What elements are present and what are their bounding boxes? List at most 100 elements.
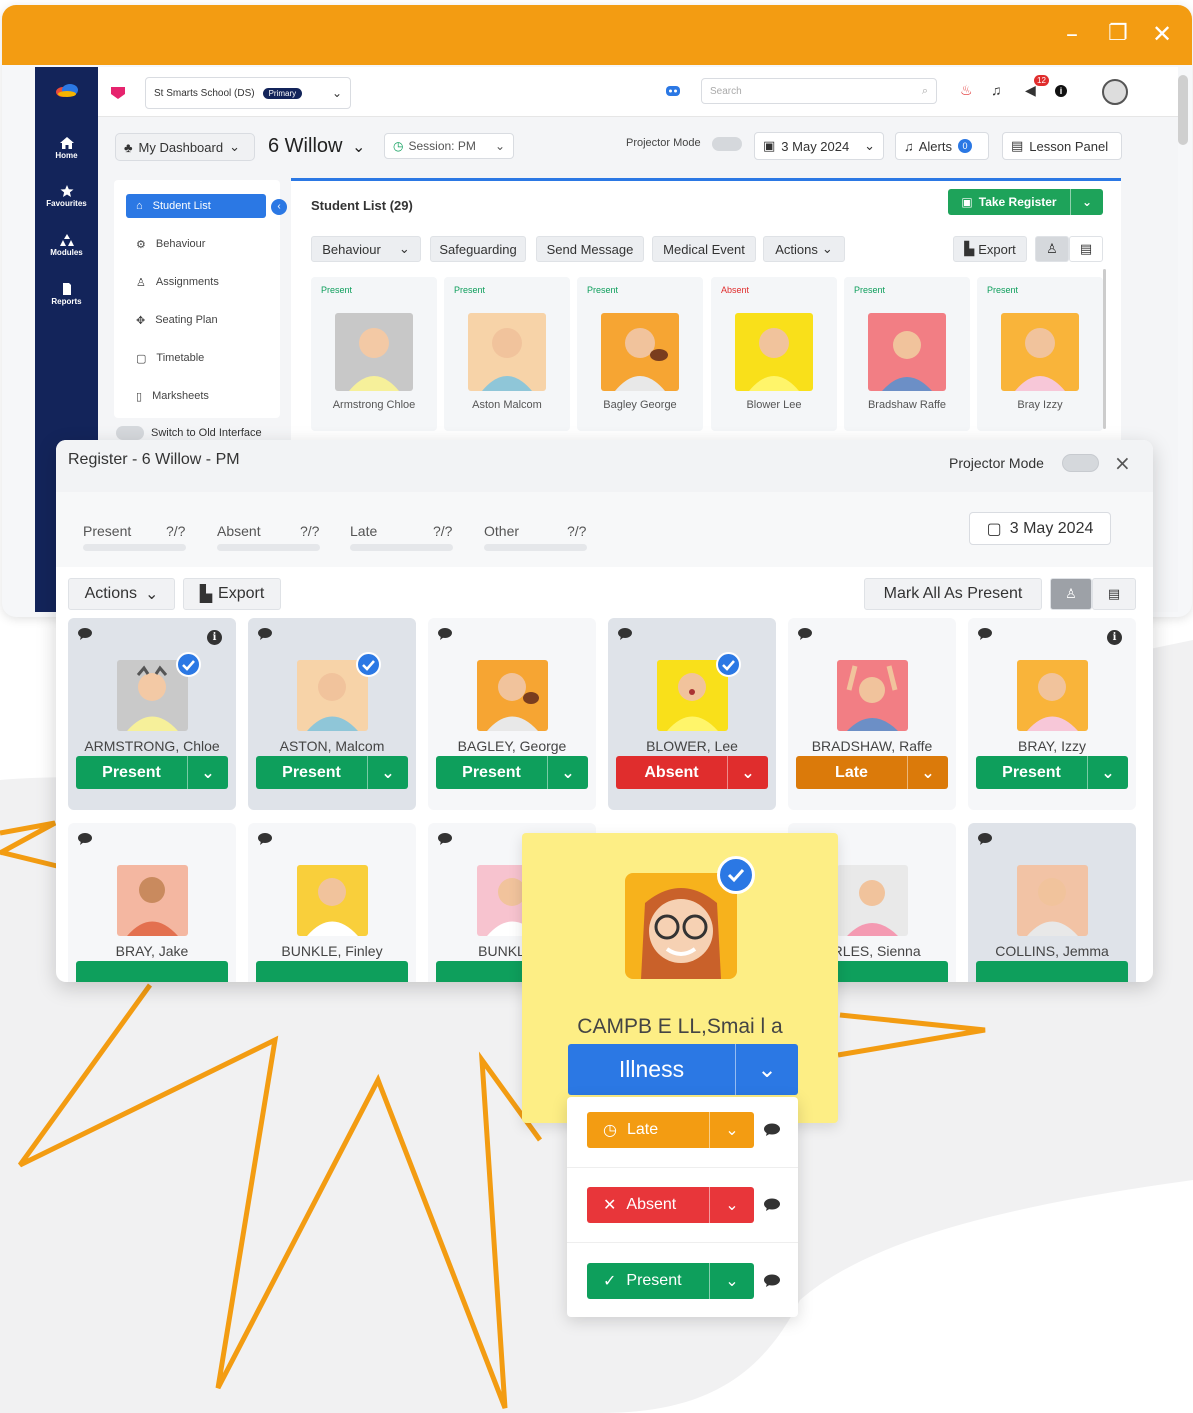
comment-icon[interactable]	[618, 628, 632, 640]
status-button[interactable]: Late ⌄	[796, 756, 948, 789]
info-icon[interactable]: i	[1107, 630, 1122, 645]
student-card[interactable]: Absent Blower Lee	[711, 277, 837, 431]
chevron-down-icon[interactable]: ⌄	[548, 756, 588, 789]
bell-icon[interactable]: ♫	[991, 82, 1002, 98]
rail-item-favourites[interactable]: Favourites	[35, 185, 98, 208]
list-view-toggle[interactable]: ▤	[1092, 578, 1136, 610]
student-card[interactable]: Present Armstrong Chloe	[311, 277, 437, 431]
medical-event-button[interactable]: Medical Event	[652, 236, 756, 262]
register-card[interactable]: BLOWER, Lee Absent ⌄	[608, 618, 776, 810]
menu-item-student-list[interactable]: ⌂ Student List	[126, 194, 266, 218]
info-icon[interactable]: i	[207, 630, 222, 645]
chevron-down-icon[interactable]: ⌄	[710, 1263, 754, 1299]
register-date-button[interactable]: ▢ 3 May 2024	[969, 512, 1111, 545]
safeguarding-button[interactable]: Safeguarding	[430, 236, 526, 262]
class-selector[interactable]: 6 Willow ⌄	[268, 135, 365, 158]
medical-icon[interactable]: ♨	[960, 82, 973, 99]
export-button[interactable]: ▙ Export	[953, 236, 1027, 262]
comment-icon[interactable]	[764, 1274, 780, 1287]
register-card[interactable]: COLLINS, Jemma	[968, 823, 1136, 982]
chevron-down-icon[interactable]: ⌄	[728, 756, 768, 789]
school-selector[interactable]: St Smarts School (DS) Primary ⌄	[145, 77, 351, 109]
chevron-down-icon[interactable]: ⌄	[1071, 189, 1103, 215]
status-option-late[interactable]: ◷ Late ⌄	[587, 1112, 754, 1148]
status-button[interactable]	[976, 961, 1128, 982]
register-card[interactable]: BUNKLE, Finley	[248, 823, 416, 982]
assistant-bot-icon[interactable]	[665, 83, 681, 99]
status-button[interactable]: Present ⌄	[436, 756, 588, 789]
scrollbar[interactable]	[1103, 269, 1106, 429]
comment-icon[interactable]	[978, 833, 992, 845]
megaphone-icon[interactable]: ◀	[1025, 82, 1036, 99]
actions-button[interactable]: Actions ⌄	[763, 236, 845, 262]
status-option-absent[interactable]: ✕ Absent ⌄	[587, 1187, 754, 1223]
card-view-toggle[interactable]: ♙	[1035, 236, 1069, 262]
comment-icon[interactable]	[438, 833, 452, 845]
list-view-toggle[interactable]: ▤	[1069, 236, 1103, 262]
take-register-button[interactable]: ▣ Take Register ⌄	[948, 189, 1103, 215]
register-card[interactable]: i BRAY, Izzy Present ⌄	[968, 618, 1136, 810]
menu-item-seating-plan[interactable]: ✥ Seating Plan	[126, 308, 266, 332]
comment-icon[interactable]	[978, 628, 992, 640]
menu-item-marksheets[interactable]: ▯ Marksheets	[126, 384, 266, 408]
menu-item-timetable[interactable]: ▢ Timetable	[126, 346, 266, 370]
card-view-toggle[interactable]: ♙	[1050, 578, 1092, 610]
register-card[interactable]: BAGLEY, George Present ⌄	[428, 618, 596, 810]
comment-icon[interactable]	[78, 628, 92, 640]
send-message-button[interactable]: Send Message	[536, 236, 644, 262]
rail-item-reports[interactable]: Reports	[35, 283, 98, 306]
rail-item-home[interactable]: Home	[35, 137, 98, 160]
status-option-present[interactable]: ✓ Present ⌄	[587, 1263, 754, 1299]
student-card[interactable]: Present Bray Izzy	[977, 277, 1103, 431]
register-card[interactable]: BRADSHAW, Raffe Late ⌄	[788, 618, 956, 810]
student-zoom-card[interactable]: CAMPB E LL,Smai l a Illness ⌄	[522, 833, 838, 1123]
menu-item-assignments[interactable]: ♙ Assignments	[126, 270, 266, 294]
register-card[interactable]: BRAY, Jake	[68, 823, 236, 982]
collapse-menu-icon[interactable]: ‹	[271, 199, 287, 215]
register-card[interactable]: ASTON, Malcom Present ⌄	[248, 618, 416, 810]
register-card[interactable]: i ARMSTRONG, Chloe Present ⌄	[68, 618, 236, 810]
status-button[interactable]	[256, 961, 408, 982]
search-input[interactable]: Search ⌕	[701, 78, 937, 104]
chevron-down-icon[interactable]: ⌄	[1088, 756, 1128, 789]
window-scrollbar[interactable]	[1178, 75, 1188, 145]
student-card[interactable]: Present Aston Malcom	[444, 277, 570, 431]
chevron-down-icon[interactable]: ⌄	[736, 1044, 798, 1095]
avatar[interactable]	[1102, 79, 1128, 105]
session-selector[interactable]: ◷ Session: PM ⌄	[384, 133, 514, 159]
close-icon[interactable]: ×	[1114, 451, 1131, 475]
status-button[interactable]: Present ⌄	[76, 756, 228, 789]
date-selector[interactable]: ▣ 3 May 2024 ⌄	[754, 132, 884, 160]
student-card[interactable]: Present Bradshaw Raffe	[844, 277, 970, 431]
comment-icon[interactable]	[258, 628, 272, 640]
chevron-down-icon[interactable]: ⌄	[908, 756, 948, 789]
status-button[interactable]: Absent ⌄	[616, 756, 768, 789]
restore-icon[interactable]: ❐	[1108, 19, 1128, 49]
lesson-panel-button[interactable]: ▤ Lesson Panel	[1002, 132, 1122, 160]
chevron-down-icon[interactable]: ⌄	[710, 1187, 754, 1223]
projector-mode-toggle[interactable]	[712, 137, 742, 151]
comment-icon[interactable]	[764, 1198, 780, 1211]
mark-all-present-button[interactable]: Mark All As Present	[864, 578, 1042, 610]
menu-item-behaviour[interactable]: ⚙ Behaviour	[126, 232, 266, 256]
comment-icon[interactable]	[258, 833, 272, 845]
status-button-illness[interactable]: Illness ⌄	[568, 1044, 798, 1095]
alerts-button[interactable]: ♫ Alerts 0	[895, 132, 989, 160]
status-button[interactable]	[76, 961, 228, 982]
register-export-button[interactable]: ▙ Export	[183, 578, 281, 610]
student-card[interactable]: Present Bagley George	[577, 277, 703, 431]
rail-item-modules[interactable]: Modules	[35, 234, 98, 257]
comment-icon[interactable]	[78, 833, 92, 845]
minimize-icon[interactable]: –	[1066, 19, 1078, 49]
status-button[interactable]: Present ⌄	[256, 756, 408, 789]
status-button[interactable]: Present ⌄	[976, 756, 1128, 789]
register-actions-button[interactable]: Actions ⌄	[68, 578, 175, 610]
comment-icon[interactable]	[438, 628, 452, 640]
comment-icon[interactable]	[798, 628, 812, 640]
chevron-down-icon[interactable]: ⌄	[188, 756, 228, 789]
old-interface-toggle[interactable]	[116, 426, 144, 440]
close-icon[interactable]: ✕	[1152, 19, 1172, 49]
chevron-down-icon[interactable]: ⌄	[710, 1112, 754, 1148]
projector-mode-toggle[interactable]	[1062, 454, 1099, 472]
info-icon[interactable]: i	[1055, 85, 1067, 97]
